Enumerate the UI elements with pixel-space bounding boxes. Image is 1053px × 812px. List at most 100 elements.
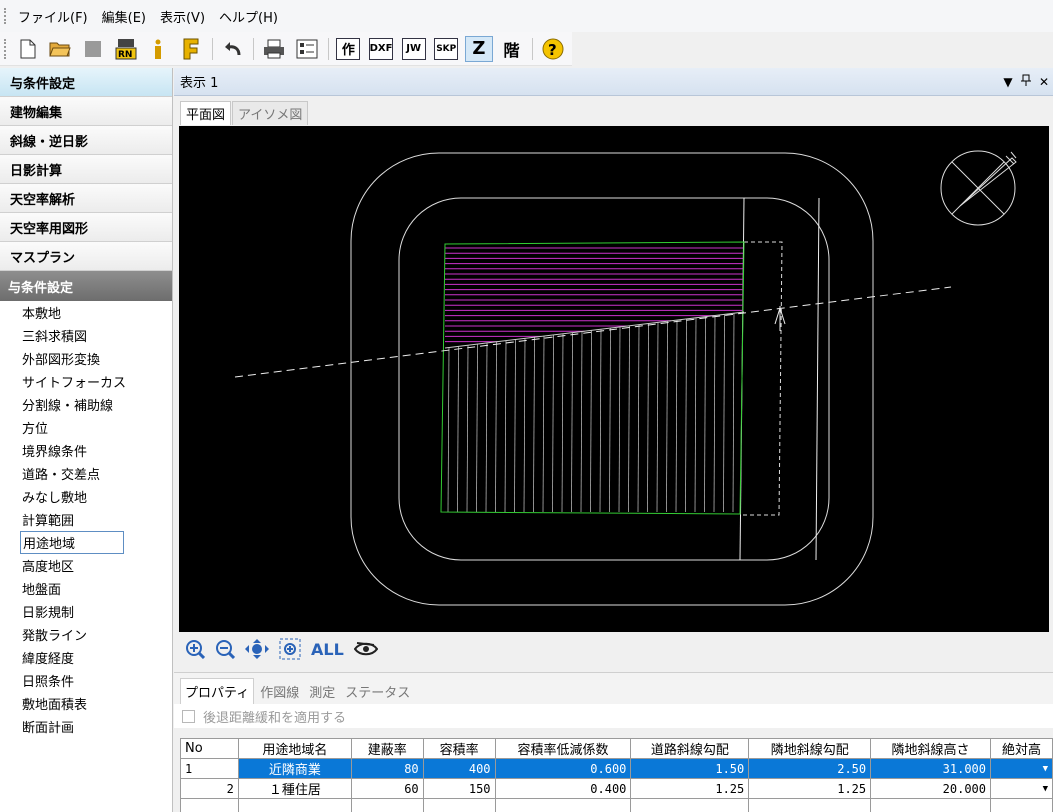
zoom-all-button[interactable]: ALL (311, 637, 344, 661)
category-shadow-calc[interactable]: 日影計算 (0, 155, 172, 184)
setback-checkbox[interactable] (182, 709, 195, 723)
undo-icon[interactable] (219, 36, 247, 62)
adjacent-slope-cell[interactable]: 1.25 (748, 778, 872, 799)
far-reduction-cell[interactable]: 0.400 (494, 778, 632, 799)
category-sky-figures[interactable]: 天空率用図形 (0, 213, 172, 242)
category-sky-analysis[interactable]: 天空率解析 (0, 184, 172, 213)
column-header[interactable]: 隣地斜線高さ (870, 738, 991, 759)
coverage-cell[interactable]: 80 (350, 758, 424, 779)
nav-item[interactable]: 外部図形変換 (0, 347, 172, 370)
chevron-down-icon[interactable]: ▼ (1043, 784, 1048, 794)
nav-item[interactable]: 分割線・補助線 (0, 393, 172, 416)
tab-status[interactable]: ステータス (341, 678, 414, 704)
nav-item[interactable]: 道路・交差点 (0, 462, 172, 485)
kai-button[interactable]: 階 (498, 36, 526, 62)
row-number-cell[interactable]: 2 (180, 778, 239, 799)
tab-isometric[interactable]: アイソメ図 (232, 101, 309, 125)
nav-item[interactable]: 日照条件 (0, 669, 172, 692)
row-number-cell[interactable]: 1 (180, 758, 239, 779)
nav-item[interactable]: 断面計画 (0, 715, 172, 738)
empty-cell[interactable] (494, 798, 632, 812)
category-conditions[interactable]: 与条件設定 (0, 68, 172, 97)
category-slant-shadow[interactable]: 斜線・逆日影 (0, 126, 172, 155)
zoom-out-icon[interactable] (215, 637, 235, 661)
zoom-window-icon[interactable] (279, 637, 301, 661)
saku-button[interactable]: 作 (335, 36, 363, 62)
z-button[interactable]: Z (465, 35, 493, 62)
help-icon[interactable]: ? (539, 36, 567, 62)
tab-plan[interactable]: 平面図 (180, 101, 232, 125)
road-slope-cell[interactable]: 1.50 (630, 758, 750, 779)
f-icon[interactable] (177, 36, 205, 62)
road-slope-cell[interactable]: 1.25 (630, 778, 750, 799)
nav-item[interactable]: 日影規制 (0, 600, 172, 623)
category-building-edit[interactable]: 建物編集 (0, 97, 172, 126)
absolute-height-cell[interactable]: ▼ (990, 778, 1053, 799)
new-file-icon[interactable] (14, 36, 42, 62)
nav-item[interactable]: 高度地区 (0, 554, 172, 577)
nav-item[interactable]: サイトフォーカス (0, 370, 172, 393)
column-header[interactable]: 建蔽率 (350, 738, 424, 759)
nav-item[interactable]: 計算範囲 (0, 508, 172, 531)
table-row[interactable]: 2 １種住居 60 150 0.400 1.25 1.25 20.000 ▼ (180, 778, 1053, 799)
info-icon[interactable] (144, 36, 172, 62)
rn-icon[interactable]: RN (112, 36, 140, 62)
tab-properties[interactable]: プロパティ (180, 678, 255, 704)
skp-button[interactable]: SKP (432, 36, 460, 62)
dropdown-icon[interactable]: ▼ (999, 75, 1017, 89)
print-icon[interactable] (260, 36, 288, 62)
menu-edit[interactable]: 編集(E) (102, 7, 146, 26)
empty-cell[interactable] (350, 798, 424, 812)
dxf-button[interactable]: DXF (367, 36, 395, 62)
table-row[interactable]: 1 近隣商業 80 400 0.600 1.50 2.50 31.000 ▼ (180, 758, 1053, 779)
table-row[interactable] (180, 798, 1053, 812)
nav-item[interactable]: 境界線条件 (0, 439, 172, 462)
column-header[interactable]: 道路斜線勾配 (630, 738, 750, 759)
nav-item[interactable]: 方位 (0, 416, 172, 439)
eye-icon[interactable] (353, 637, 378, 661)
empty-cell[interactable] (748, 798, 872, 812)
chevron-down-icon[interactable]: ▼ (1043, 764, 1048, 774)
pan-icon[interactable] (245, 637, 269, 661)
column-header[interactable]: 容積率低減係数 (494, 738, 632, 759)
tab-measure[interactable]: 測定 (305, 678, 339, 704)
save-icon[interactable] (79, 36, 107, 62)
coverage-cell[interactable]: 60 (350, 778, 424, 799)
column-header[interactable]: No (180, 738, 239, 759)
zoom-in-icon[interactable] (185, 637, 205, 661)
nav-item[interactable]: 敷地面積表 (0, 692, 172, 715)
nav-item[interactable]: 本敷地 (0, 301, 172, 324)
far-cell[interactable]: 150 (422, 778, 496, 799)
zone-name-cell[interactable]: 近隣商業 (237, 758, 352, 779)
empty-cell[interactable] (237, 798, 352, 812)
nav-item-selected[interactable]: 用途地域 (0, 531, 172, 554)
column-header[interactable]: 隣地斜線勾配 (748, 738, 872, 759)
menu-view[interactable]: 表示(V) (160, 7, 205, 26)
menu-file[interactable]: ファイル(F) (18, 7, 88, 26)
empty-cell[interactable] (870, 798, 991, 812)
far-reduction-cell[interactable]: 0.600 (494, 758, 632, 779)
nav-item[interactable]: 地盤面 (0, 577, 172, 600)
category-mass-plan[interactable]: マスプラン (0, 242, 172, 271)
pin-icon[interactable] (1017, 74, 1035, 89)
adjacent-slope-cell[interactable]: 2.50 (748, 758, 872, 779)
far-cell[interactable]: 400 (422, 758, 496, 779)
list-icon[interactable] (293, 36, 321, 62)
tab-draw-lines[interactable]: 作図線 (256, 678, 303, 704)
empty-cell[interactable] (990, 798, 1053, 812)
adjacent-height-cell[interactable]: 31.000 (870, 758, 991, 779)
empty-cell[interactable] (630, 798, 750, 812)
nav-item[interactable]: みなし敷地 (0, 485, 172, 508)
absolute-height-cell[interactable]: ▼ (990, 758, 1053, 779)
nav-item[interactable]: 緯度経度 (0, 646, 172, 669)
drawing-canvas[interactable] (179, 126, 1049, 632)
adjacent-height-cell[interactable]: 20.000 (870, 778, 991, 799)
column-header[interactable]: 容積率 (422, 738, 496, 759)
empty-cell[interactable] (422, 798, 496, 812)
nav-item[interactable]: 三斜求積図 (0, 324, 172, 347)
open-folder-icon[interactable] (47, 36, 75, 62)
zone-name-cell[interactable]: １種住居 (237, 778, 352, 799)
column-header[interactable]: 用途地域名 (237, 738, 352, 759)
column-header[interactable]: 絶対高 (990, 738, 1053, 759)
empty-cell[interactable] (180, 798, 239, 812)
